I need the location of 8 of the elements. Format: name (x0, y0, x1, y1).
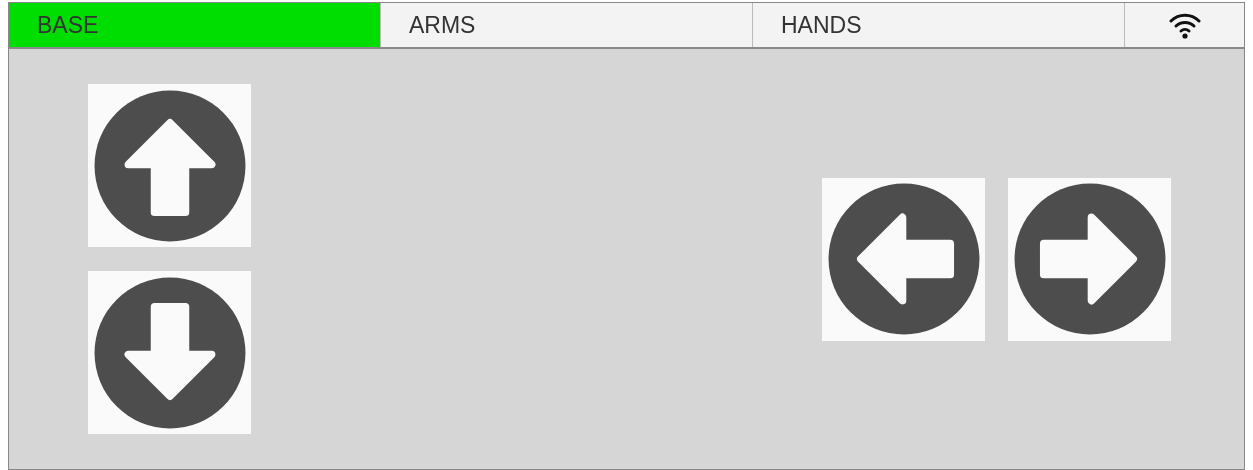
wifi-icon (1168, 11, 1201, 39)
up-arrow-button[interactable] (88, 84, 251, 247)
tab[interactable]: ARMS (381, 3, 753, 47)
down-arrow-button[interactable] (88, 271, 251, 434)
tab[interactable]: HANDS (753, 3, 1125, 47)
left-arrow-button[interactable] (822, 177, 985, 341)
right-arrow-button[interactable] (1008, 177, 1171, 341)
tab[interactable]: BASE (9, 3, 381, 47)
